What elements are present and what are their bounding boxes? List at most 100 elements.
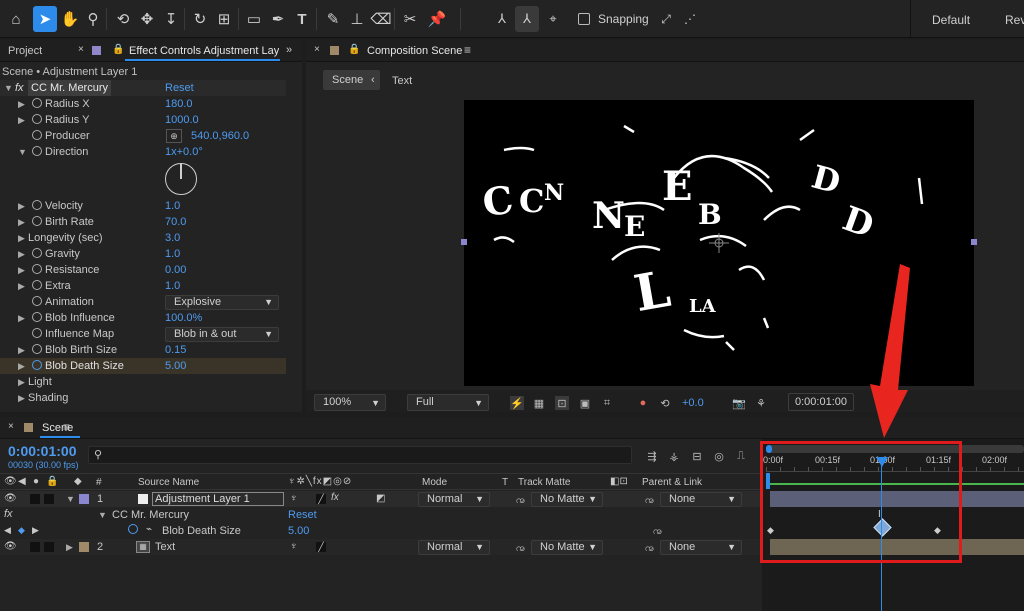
prop-expand-icon[interactable]: ▶ [18,230,25,246]
effect-collapse-icon[interactable]: ▼ [98,510,107,520]
world-axis-icon[interactable]: ⅄ [515,6,539,32]
prop-expand-icon[interactable]: ▶ [18,310,25,326]
stopwatch-icon[interactable] [32,294,42,310]
timeline-search-input[interactable]: ⚲ [88,446,632,464]
stopwatch-icon[interactable] [32,96,42,112]
prev-keyframe-icon[interactable]: ◀ [4,525,11,536]
home-icon[interactable]: ⌂ [4,6,28,32]
label-color-swatch[interactable] [79,494,89,504]
prop-expand-icon[interactable]: ▶ [18,358,25,374]
solo-toggle[interactable] [30,494,40,504]
stopwatch-icon[interactable] [32,342,42,358]
fx-switch-icon[interactable]: fx [331,492,339,503]
stopwatch-icon[interactable] [32,214,42,230]
mask-visibility-icon[interactable]: ⊡ [555,396,569,410]
draft-3d-icon[interactable]: ⚶ [667,449,681,463]
selection-tool-icon[interactable]: ➤ [33,6,57,32]
prop-label[interactable]: Shading [28,390,68,406]
orbit-camera-icon[interactable]: ⟲ [111,6,135,32]
panel-menu-icon[interactable]: ≡ [63,420,70,434]
prop-expand-icon[interactable]: ▶ [18,112,25,128]
hand-tool-icon[interactable]: ✋ [58,6,82,32]
prop-expand-icon[interactable]: ▶ [18,214,25,230]
tab-project[interactable]: Project [8,45,42,57]
quality-icon[interactable]: ╱ [316,494,326,504]
stopwatch-icon[interactable] [32,262,42,278]
crosshair-icon[interactable]: ⊕ [166,129,182,143]
snap-edges-icon[interactable]: ⋰ [678,6,702,32]
property-value[interactable]: 5.00 [288,525,309,537]
prop-value[interactable]: 1x+0.0° [165,144,203,160]
snap-options-icon[interactable]: ⤢ [654,6,678,32]
prop-expand-icon[interactable]: ▶ [18,246,25,262]
stopwatch-icon[interactable] [32,326,42,342]
expression-pickwhip-icon[interactable]: ꩠ [653,524,662,539]
mode-dropdown[interactable]: Normal ▼ [418,540,490,555]
stopwatch-active-icon[interactable] [32,358,42,374]
current-time[interactable]: 0:00:01:00 [8,443,77,459]
comp-flowchart-icon[interactable]: ⇶ [645,449,659,463]
close-icon[interactable]: × [8,421,14,432]
show-snapshot-icon[interactable]: ⚘ [754,396,768,410]
viewer-timecode[interactable]: 0:00:01:00 [788,393,854,411]
nav-scene[interactable]: Scene ‹ [323,70,380,90]
prop-collapse-icon[interactable]: ▼ [18,144,27,160]
prop-value[interactable]: 3.0 [165,230,180,246]
reset-link[interactable]: Reset [165,80,194,96]
layer-name[interactable]: Adjustment Layer 1 [152,492,284,506]
layer-handle[interactable] [971,239,977,245]
puppet-pin-icon[interactable]: 📌 [425,6,449,32]
panel-expand-icon[interactable]: » [286,44,292,56]
next-keyframe-icon[interactable]: ▶ [32,525,39,536]
effect-name[interactable]: CC Mr. Mercury [112,509,189,521]
eye-icon[interactable]: 👁 [4,541,17,552]
animation-dropdown[interactable]: Explosive ▼ [165,295,279,310]
mode-dropdown[interactable]: Normal ▼ [418,492,490,507]
quality-icon[interactable]: ╱ [316,542,326,552]
fast-preview-icon[interactable]: ⚡ [510,396,524,410]
source-name-header[interactable]: Source Name [138,477,199,488]
transparency-grid-icon[interactable]: ▦ [532,396,546,410]
rectangle-tool-icon[interactable]: ▭ [242,6,266,32]
lock-icon[interactable]: 🔒 [112,44,124,55]
stopwatch-icon[interactable] [32,112,42,128]
prop-value[interactable]: 1.0 [165,198,180,214]
graph-editor-icon[interactable]: ⎍ [734,449,748,463]
effect-name[interactable]: CC Mr. Mercury [28,80,111,96]
eraser-tool-icon[interactable]: ⌫ [369,6,393,32]
snapping-checkbox[interactable] [578,13,590,25]
lock-icon[interactable]: 🔒 [348,44,360,55]
layer-handle[interactable] [461,239,467,245]
tab-effect-controls[interactable]: Effect Controls Adjustment Layer [129,45,279,57]
prop-value[interactable]: 0.15 [165,342,186,358]
lock-toggle[interactable] [44,542,54,552]
channel-icon[interactable]: ● [636,396,650,410]
prop-expand-icon[interactable]: ▶ [18,278,25,294]
rotate-tool-icon[interactable]: ↻ [188,6,212,32]
graph-icon[interactable]: ⌁ [146,524,152,535]
prop-label[interactable]: Light [28,374,52,390]
close-icon[interactable]: × [78,44,84,55]
shy-icon[interactable]: ♆ [290,493,298,504]
layer-name[interactable]: Text [155,541,175,553]
stopwatch-icon[interactable] [32,310,42,326]
prop-value[interactable]: 1000.0 [165,112,199,128]
pen-tool-icon[interactable]: ✒ [266,6,290,32]
influence-map-dropdown[interactable]: Blob in & out ▼ [165,327,279,342]
prop-value[interactable]: 5.00 [165,358,186,374]
prop-expand-icon[interactable]: ▶ [18,390,25,406]
stopwatch-icon[interactable] [32,246,42,262]
effect-reset-link[interactable]: Reset [288,509,317,521]
label-color-swatch[interactable] [79,542,89,552]
stopwatch-icon[interactable] [32,144,42,160]
resolution-dropdown[interactable]: Full ▼ [407,394,489,411]
snapshot-icon[interactable]: 📷 [732,396,746,410]
pickwhip-icon[interactable]: ꩠ [645,541,654,556]
type-tool-icon[interactable]: T [290,6,314,32]
exposure-reset-icon[interactable]: ⟲ [658,396,672,410]
frame-blending-icon[interactable]: ◎ [712,449,726,463]
prop-expand-icon[interactable]: ▶ [18,96,25,112]
track-matte-dropdown[interactable]: No Matte ▼ [531,540,603,555]
brush-tool-icon[interactable]: ✎ [321,6,345,32]
parent-dropdown[interactable]: None ▼ [660,492,742,507]
